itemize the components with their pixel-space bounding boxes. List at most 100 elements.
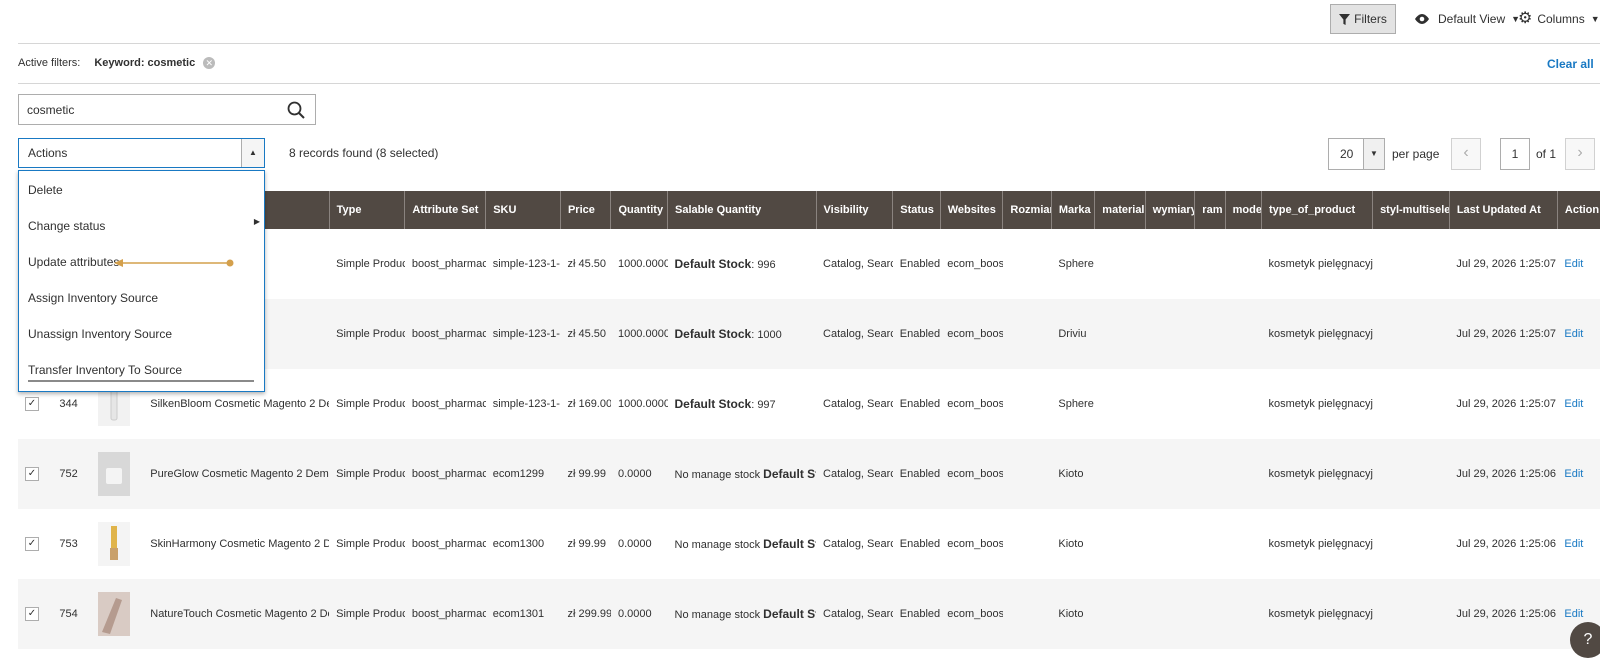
menu-item-transfer-inventory[interactable]: Transfer Inventory To Source xyxy=(28,363,182,377)
row-checkbox[interactable]: ✓ xyxy=(25,607,39,621)
help-button[interactable]: ? xyxy=(1570,622,1600,658)
cell-type-of-product: kosmetyk pielęgnacyjny xyxy=(1268,398,1373,410)
column-header[interactable]: wymiary xyxy=(1144,191,1195,229)
menu-item-change-status[interactable]: Change status xyxy=(28,219,105,233)
column-header[interactable]: Price xyxy=(559,191,611,229)
edit-link[interactable]: Edit xyxy=(1564,258,1583,270)
cell-status: Enabled xyxy=(899,538,941,550)
product-thumbnail xyxy=(97,522,130,566)
column-header[interactable]: Visibility xyxy=(815,191,893,229)
actions-label: Actions xyxy=(28,146,68,160)
cell-attr-set: boost_pharmacy xyxy=(404,299,486,369)
menu-item-update-attributes[interactable]: Update attributes xyxy=(28,255,119,269)
menu-item-assign-inventory-source[interactable]: Assign Inventory Source xyxy=(28,291,158,305)
cell-name: NatureTouch Cosmetic Magento 2 Demo xyxy=(143,579,330,649)
column-header[interactable]: Attribute Set xyxy=(404,191,486,229)
cell-status: Enabled xyxy=(892,299,941,369)
cell-type-of-product: kosmetyk pielęgnacyjny xyxy=(1268,538,1373,550)
salable-label: Default Stock xyxy=(763,607,816,621)
filters-button[interactable]: Filters xyxy=(1330,4,1396,34)
product-thumbnail xyxy=(97,452,130,496)
per-page-label: per page xyxy=(1392,147,1440,161)
prev-page-button[interactable]: ‹ xyxy=(1451,138,1481,170)
edit-link[interactable]: Edit xyxy=(1564,538,1583,550)
cell-price: zł 45.50 xyxy=(567,258,606,270)
caret-up-icon[interactable]: ▲ xyxy=(241,139,264,167)
cell-marka: Driviu xyxy=(1051,299,1095,369)
columns-control[interactable]: ⚙ Columns ▼ xyxy=(1518,11,1600,27)
column-header[interactable]: SKU xyxy=(485,191,561,229)
menu-item-unassign-inventory-source[interactable]: Unassign Inventory Source xyxy=(28,327,172,341)
cell-updated: Jul 29, 2026 1:25:06 AM xyxy=(1449,439,1558,509)
columns-label: Columns xyxy=(1537,12,1585,26)
per-page-select[interactable]: 20 ▼ xyxy=(1328,138,1385,170)
page-input[interactable]: 1 xyxy=(1500,138,1530,170)
salable-label: Default Stock xyxy=(674,327,752,341)
cell-updated: Jul 29, 2026 1:25:06 AM xyxy=(1456,538,1557,550)
cell-attr-set: boost_pharmacy xyxy=(411,538,486,550)
view-switcher[interactable]: Default View ▼ xyxy=(1414,12,1520,26)
filter-keyword: Keyword: cosmetic xyxy=(94,57,196,69)
search-input[interactable] xyxy=(19,95,285,124)
menu-item-delete[interactable]: Delete xyxy=(28,183,63,197)
cell-sku: simple-123-1-2 xyxy=(492,258,561,270)
row-checkbox[interactable]: ✓ xyxy=(25,467,39,481)
next-page-button[interactable]: › xyxy=(1565,138,1595,170)
cell-qty: 1000.0000 xyxy=(617,258,668,270)
column-header[interactable]: Salable Quantity xyxy=(667,191,817,229)
column-header[interactable]: material xyxy=(1094,191,1146,229)
cell-visibility: Catalog, Search xyxy=(816,299,893,369)
cell-name: PureGlow Cosmetic Magento 2 Demo xyxy=(143,439,330,509)
edit-link[interactable]: Edit xyxy=(1564,468,1583,480)
column-header[interactable]: model xyxy=(1224,191,1262,229)
cell-marka: Kioto xyxy=(1058,538,1084,550)
cell-type-of-product: kosmetyk pielęgnacyjny xyxy=(1261,579,1373,649)
cell-attr-set: boost_pharmacy xyxy=(411,398,486,410)
cell-type-of-product: kosmetyk pielęgnacyjny xyxy=(1261,439,1373,509)
column-header[interactable]: Status xyxy=(892,191,941,229)
edit-link[interactable]: Edit xyxy=(1564,398,1583,410)
product-thumbnail xyxy=(97,592,130,636)
cell-websites: ecom_boost xyxy=(940,299,1003,369)
column-header[interactable]: Rozmiar xyxy=(1002,191,1052,229)
salable-value: : 1000 xyxy=(751,329,782,341)
column-header[interactable]: Last Updated At xyxy=(1448,191,1558,229)
view-label: Default View xyxy=(1438,12,1506,26)
cell-type-of-product: kosmetyk pielęgnacyjny xyxy=(1261,299,1373,369)
cell-id: 752 xyxy=(52,439,91,509)
column-header[interactable]: Type xyxy=(328,191,405,229)
cell-visibility: Catalog, Search xyxy=(816,439,893,509)
row-checkbox[interactable]: ✓ xyxy=(25,537,39,551)
row-checkbox[interactable]: ✓ xyxy=(25,397,39,411)
table-row: ✓ 753 SkinHarmony Cosmetic Magento 2 Dem… xyxy=(18,509,1600,579)
salable-prefix: No manage stock xyxy=(674,609,764,621)
column-header[interactable]: ram xyxy=(1194,191,1226,229)
column-header[interactable]: styl-multiselect xyxy=(1372,191,1450,229)
cell-type: Simple Product xyxy=(329,299,405,369)
column-header[interactable]: type_of_product xyxy=(1260,191,1373,229)
clear-all-link[interactable]: Clear all xyxy=(1547,57,1594,71)
edit-link[interactable]: Edit xyxy=(1564,608,1583,620)
divider xyxy=(18,43,1600,44)
search-icon[interactable] xyxy=(287,101,305,119)
remove-filter-icon[interactable]: ✕ xyxy=(203,57,216,69)
column-header[interactable]: Websites xyxy=(939,191,1003,229)
cell-salable: No manage stock Default Stock: xyxy=(667,439,817,509)
column-header[interactable]: Marka xyxy=(1050,191,1095,229)
cell-visibility: Catalog, Search xyxy=(823,398,893,410)
active-filters: Active filters: Keyword: cosmetic ✕ xyxy=(18,57,216,69)
column-header[interactable]: Quantity xyxy=(610,191,668,229)
cell-name: SkinHarmony Cosmetic Magento 2 Demo xyxy=(150,538,330,550)
cell-attr-set: boost_pharmacy xyxy=(404,439,486,509)
edit-link[interactable]: Edit xyxy=(1564,328,1583,340)
cell-attr-set: boost_pharmacy xyxy=(404,579,486,649)
salable-prefix: No manage stock xyxy=(674,469,764,481)
cell-sku: ecom1299 xyxy=(485,439,561,509)
divider xyxy=(28,380,254,382)
cell-updated: Jul 29, 2026 1:25:07 AM xyxy=(1449,299,1558,369)
cell-visibility: Catalog, Search xyxy=(823,258,893,270)
cell-salable: No manage stock Default Stock: xyxy=(667,579,817,649)
actions-dropdown[interactable]: Actions ▲ xyxy=(18,138,265,168)
cell-status: Enabled xyxy=(892,439,941,509)
divider xyxy=(18,83,1600,84)
